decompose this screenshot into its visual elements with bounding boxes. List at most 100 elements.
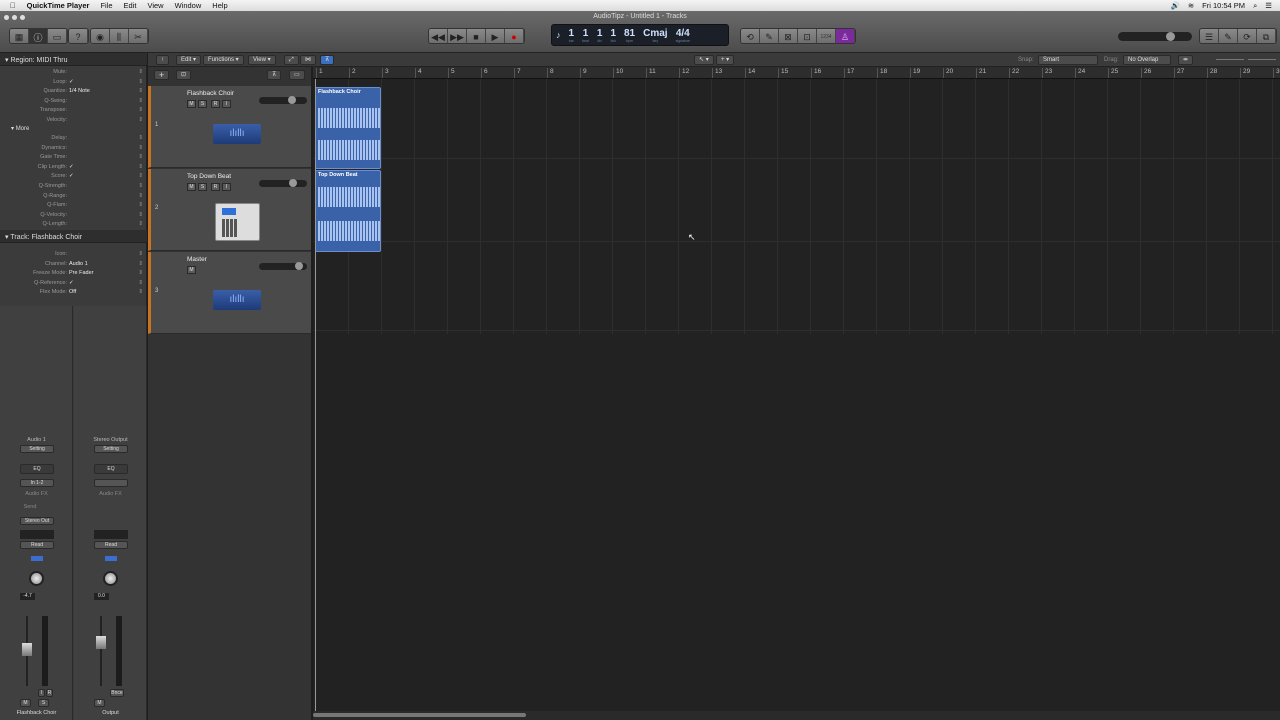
track-header[interactable]: 3 Master Mılıllı — [148, 252, 311, 334]
metronome-icon[interactable]: ♙ — [836, 29, 855, 43]
volume-fader[interactable] — [96, 635, 106, 649]
menu-help[interactable]: Help — [212, 1, 227, 10]
track-volume-slider[interactable] — [259, 96, 307, 104]
inspector-param[interactable]: Q-Strength: ⇕ — [0, 183, 147, 193]
track-volume-slider[interactable] — [259, 179, 307, 187]
menu-file[interactable]: File — [100, 1, 112, 10]
inspector-param[interactable]: Mute: ⇕ — [0, 69, 147, 79]
smart-controls-icon[interactable]: ◉ — [91, 29, 110, 43]
stepper-icon[interactable]: ⇕ — [138, 79, 143, 85]
replace-icon[interactable]: ⊡ — [798, 29, 817, 43]
inspector-param[interactable]: Q-Reference: ✓ ⇕ — [0, 280, 147, 290]
list-icon[interactable]: ☰ — [1265, 1, 1272, 10]
stepper-icon[interactable]: ⇕ — [138, 88, 143, 94]
track-header[interactable]: 1 Flashback Choir M S R Iılıllı — [148, 86, 311, 168]
region-header[interactable]: ▾ Region: MIDI Thru — [0, 53, 147, 66]
eq-button[interactable]: EQ — [20, 464, 54, 474]
menu-edit[interactable]: Edit — [124, 1, 137, 10]
playhead[interactable] — [315, 79, 316, 711]
drag-select[interactable]: No Overlap — [1123, 55, 1171, 65]
lcd-tempo[interactable]: 81 — [624, 28, 635, 39]
inspector-param[interactable]: Velocity: ⇕ — [0, 117, 147, 127]
stepper-icon[interactable]: ⇕ — [138, 135, 143, 141]
eq-button[interactable]: EQ — [94, 464, 128, 474]
cycle-icon[interactable]: ⟲ — [741, 29, 760, 43]
stepper-icon[interactable]: ⇕ — [138, 261, 143, 267]
track-name[interactable]: Top Down Beat — [187, 173, 231, 180]
stepper-icon[interactable]: ⇕ — [138, 289, 143, 295]
lcd-display[interactable]: ♪ 1 bar 1 beat 1 div 1 tick 81 bpm Cmaj key 4/… — [551, 24, 729, 46]
pan-knob[interactable] — [29, 571, 44, 586]
smart-quantize-icon[interactable]: ⊼ — [320, 55, 335, 65]
inspector-param[interactable]: Freeze Mode: Pre Fader ⇕ — [0, 270, 147, 280]
send-slot[interactable]: Send — [0, 504, 60, 510]
view-menu[interactable]: View ▾ — [248, 55, 276, 65]
volume-fader[interactable] — [22, 642, 32, 656]
track-header[interactable]: ▾ Track: Flashback Choir — [0, 230, 147, 243]
lcd-signature[interactable]: 4/4 — [676, 28, 690, 39]
inspector-param[interactable]: Q-Swing: ⇕ — [0, 98, 147, 108]
stepper-icon[interactable]: ⇕ — [138, 117, 143, 123]
group-slot[interactable] — [20, 530, 54, 539]
inspector-param[interactable]: Clip Length: ✓ ⇕ — [0, 164, 147, 174]
input-slot[interactable] — [94, 479, 128, 487]
param-value[interactable]: ✓ — [69, 280, 74, 290]
stepper-icon[interactable]: ⇕ — [138, 173, 143, 179]
snap-select[interactable]: Smart — [1038, 55, 1098, 65]
param-value[interactable]: ✓ — [69, 79, 74, 89]
param-value[interactable]: Audio 1 — [69, 261, 88, 271]
menu-window[interactable]: Window — [175, 1, 202, 10]
solo-button[interactable]: S — [198, 183, 207, 191]
rewind-icon[interactable]: ◀◀ — [429, 29, 448, 43]
library-icon[interactable]: ▦ — [10, 29, 29, 43]
stepper-icon[interactable]: ⇕ — [138, 98, 143, 104]
inspector-param[interactable]: Score: ✓ ⇕ — [0, 173, 147, 183]
global-tracks-button[interactable]: ⊡ — [176, 70, 192, 80]
inspector-param[interactable]: Dynamics: ⇕ — [0, 145, 147, 155]
inspector-param[interactable]: Channel: Audio 1 ⇕ — [0, 261, 147, 271]
param-value[interactable]: Pre Fader — [69, 270, 93, 280]
stepper-icon[interactable]: ⇕ — [138, 69, 143, 75]
record-enable-icon[interactable] — [31, 556, 43, 561]
track-header[interactable]: 2 Top Down Beat M S R I — [148, 169, 311, 251]
output-slot[interactable]: Stereo Out — [20, 517, 54, 525]
audio-fx-slot[interactable]: Audio FX — [0, 491, 73, 497]
solo-icon[interactable]: ⊠ — [779, 29, 798, 43]
pointer-tool[interactable]: ↖ ▾ — [694, 55, 714, 65]
apple-icon[interactable]:  — [10, 1, 16, 10]
input-slot[interactable]: In 1-2 — [20, 479, 54, 487]
ruler[interactable]: 1 2 3 4 5 6 7 8 9 10 11 12 13 14 15 16 17 18 19 20 21 22 23 24 2… — [313, 67, 1280, 79]
mixer-icon[interactable]: ⫼ — [110, 29, 129, 43]
forward-icon[interactable]: ▶▶ — [448, 29, 467, 43]
group-slot[interactable] — [94, 530, 128, 539]
browser-icon[interactable]: ⧉ — [1257, 29, 1276, 43]
s-button[interactable]: S — [38, 699, 49, 707]
wifi-icon[interactable]: ≋ — [1188, 1, 1194, 10]
inspector-param[interactable]: Q-Range: ⇕ — [0, 193, 147, 203]
inspector-param[interactable]: Q-Velocity: ⇕ — [0, 212, 147, 222]
clock[interactable]: Fri 10:54 PM — [1202, 1, 1245, 10]
i-button[interactable]: I — [38, 689, 45, 697]
stepper-icon[interactable]: ⇕ — [138, 154, 143, 160]
inspector-param[interactable]: Loop: ✓ ⇕ — [0, 79, 147, 89]
mute-button[interactable]: M — [187, 266, 196, 274]
edit-menu[interactable]: Edit ▾ — [176, 55, 202, 65]
stop-icon[interactable]: ■ — [467, 29, 486, 43]
automation-mode[interactable]: Read — [20, 541, 54, 549]
inspector-param[interactable]: Q-Length: ⇕ — [0, 221, 147, 231]
bnce-button[interactable]: Bnce — [110, 689, 124, 697]
track-volume-slider[interactable] — [259, 262, 307, 270]
inspector-param[interactable]: Transpose: ⇕ — [0, 107, 147, 117]
inspector-param[interactable]: Flex Mode: Off ⇕ — [0, 289, 147, 299]
track-collapse-icon[interactable]: ▭ — [289, 70, 305, 80]
record-button[interactable]: R — [211, 100, 220, 108]
audio-fx-slot[interactable]: Audio FX — [74, 491, 147, 497]
track-name[interactable]: Flashback Choir — [187, 90, 234, 97]
notepad-icon[interactable]: ✎ — [1219, 29, 1238, 43]
volume-icon[interactable]: 🔊 — [1170, 1, 1179, 10]
track-header-config-icon[interactable]: ⊼ — [267, 70, 282, 80]
search-icon[interactable]: ⌕ — [1253, 1, 1257, 11]
inspector-param[interactable]: Quantize: 1/4 Note ⇕ — [0, 88, 147, 98]
setting-button[interactable]: Setting — [20, 445, 54, 453]
m-button[interactable]: M — [94, 699, 105, 707]
